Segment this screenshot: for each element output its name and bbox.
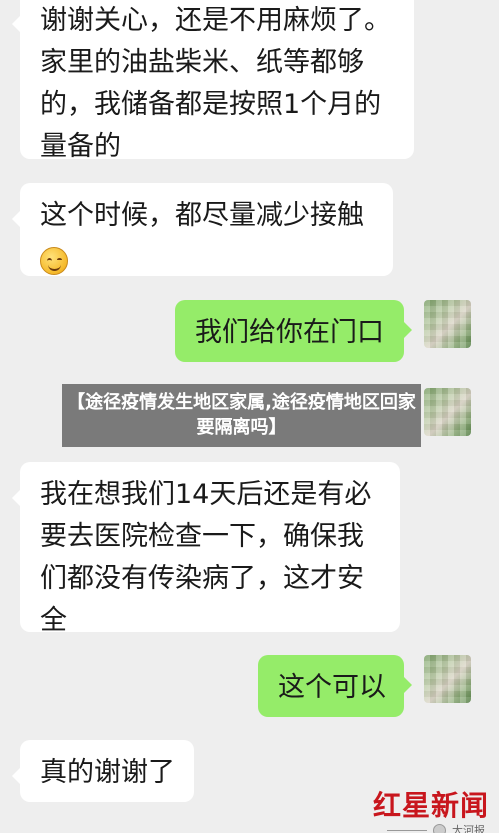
user-avatar[interactable]: [424, 388, 471, 436]
message-bubble-incoming[interactable]: 谢谢关心，还是不用麻烦了。家里的油盐柴米、纸等都够的，我储备都是按照1个月的量备…: [12, 0, 414, 162]
message-text: 我在想我们14天后还是有必要去医院检查一下，确保我们都没有传染病了，这才安全: [40, 479, 372, 636]
user-avatar[interactable]: [424, 300, 471, 348]
user-avatar[interactable]: [424, 655, 471, 703]
message-bubble-outgoing[interactable]: 我们给你在门口: [175, 300, 412, 362]
message-text: 这个可以: [278, 672, 386, 703]
message-bubble-incoming[interactable]: 这个时候，都尽量减少接触: [12, 183, 393, 276]
message-bubble-incoming[interactable]: 真的谢谢了: [12, 740, 194, 802]
source-watermark: 大河报: [387, 822, 485, 833]
smile-emoji-icon: [40, 246, 68, 275]
caption-banner: 【途径疫情发生地区家属,途径疫情地区回家要隔离吗】: [62, 384, 421, 447]
message-text: 这个时候，都尽量减少接触: [40, 200, 364, 231]
message-text: 谢谢关心，还是不用麻烦了。家里的油盐柴米、纸等都够的，我储备都是按照1个月的量备…: [40, 5, 391, 162]
message-text: 我们给你在门口: [195, 317, 384, 348]
message-bubble-outgoing[interactable]: 这个可以: [258, 655, 412, 717]
brand-text: 红星新闻: [372, 789, 489, 822]
brand-logo: 红星新闻: [373, 790, 489, 822]
chat-window: 谢谢关心，还是不用麻烦了。家里的油盐柴米、纸等都够的，我储备都是按照1个月的量备…: [0, 0, 499, 833]
source-text: 大河报: [452, 824, 485, 833]
message-text: 真的谢谢了: [40, 757, 175, 788]
caption-text: 【途径疫情发生地区家属,途径疫情地区回家要隔离吗】: [67, 392, 416, 438]
source-icon: [433, 823, 446, 833]
divider: [387, 829, 427, 831]
message-bubble-incoming[interactable]: 我在想我们14天后还是有必要去医院检查一下，确保我们都没有传染病了，这才安全: [12, 462, 400, 636]
